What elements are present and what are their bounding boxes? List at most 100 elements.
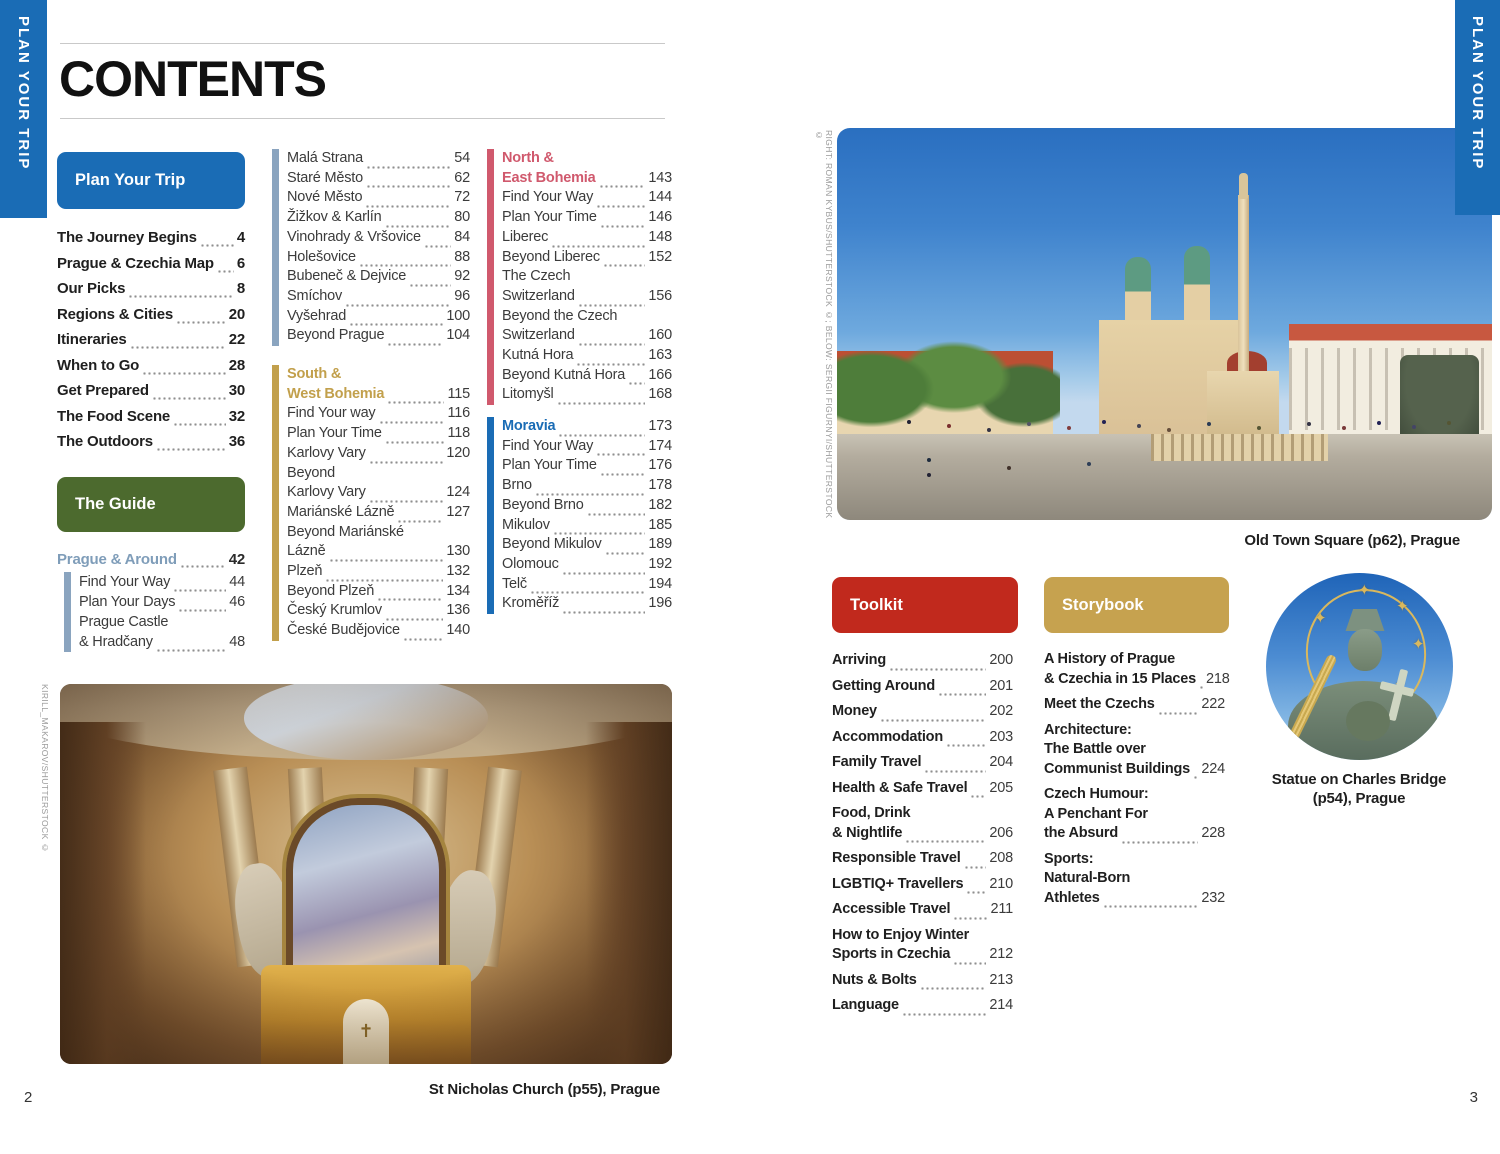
toc-page-number: 136: [446, 601, 470, 621]
toc-item-line: Sports:: [1044, 850, 1225, 870]
toc-item: Beyond the CzechSwitzerland160: [502, 307, 672, 346]
toc-item: Family Travel204: [832, 753, 1013, 773]
toc-item-label: The Journey Begins: [57, 228, 197, 247]
toc-item-row: Find Your Way44: [79, 572, 245, 592]
jan-hus-monument: [1400, 355, 1479, 441]
toc-item-label: Liberec: [502, 228, 548, 248]
toolkit-list: Arriving200Getting Around201Money202Acco…: [832, 651, 1013, 1022]
dotted-leader: [576, 356, 645, 366]
box-label: The Guide: [75, 495, 156, 514]
toc-item-label: Malá Strana: [287, 149, 363, 169]
toc-item-label: Mariánské Lázně: [287, 503, 394, 523]
toc-item: Plzeň132: [287, 562, 470, 582]
toc-page-number: 92: [454, 267, 470, 287]
dotted-leader: [953, 955, 986, 965]
toc-item-label: Plan Your Time: [502, 456, 597, 476]
toc-item: Getting Around201: [832, 677, 1013, 697]
dotted-leader: [578, 297, 646, 307]
toc-item-line: South &: [287, 365, 470, 385]
dotted-leader: [173, 582, 226, 592]
dotted-leader: [535, 486, 646, 496]
toc-item-row: Sports in Czechia212: [832, 945, 1013, 965]
toc-page-number: 116: [447, 404, 470, 424]
toc-item: Beyond Prague104: [287, 326, 470, 346]
dotted-leader: [1121, 834, 1198, 844]
south-west-bohemia-group: South &West Bohemia115Find Your way116Pl…: [272, 365, 470, 641]
dotted-leader: [366, 159, 451, 169]
toc-item: Plan Your Time146: [502, 208, 672, 228]
dotted-leader: [605, 545, 646, 555]
toc-item: Bubeneč & Dejvice 92: [287, 267, 470, 287]
toc-item-row: Telč194: [502, 575, 672, 595]
toc-item-label: Find Your Way: [502, 188, 593, 208]
toc-item-label: Health & Safe Travel: [832, 779, 967, 799]
toc-item-label: Olomouc: [502, 555, 559, 575]
toc-item-row: Nové Město72: [287, 188, 470, 208]
toc-page-number: 178: [648, 476, 672, 496]
toc-item-row: Český Krumlov136: [287, 601, 470, 621]
dotted-leader: [130, 339, 226, 349]
toc-page-number: 20: [229, 305, 245, 324]
toc-item-label: East Bohemia: [502, 169, 596, 189]
toc-item-label: Find Your Way: [502, 437, 593, 457]
toc-item-row: Vyšehrad100: [287, 307, 470, 327]
toc-page-number: 88: [454, 248, 470, 268]
toc-item-label: Moravia: [502, 417, 555, 437]
dotted-leader: [596, 446, 645, 456]
toc-item-line: A History of Prague: [1044, 650, 1225, 670]
toc-item-row: LGBTIQ+ Travellers210: [832, 875, 1013, 895]
toc-item: Find Your Way174: [502, 437, 672, 457]
dotted-leader: [365, 198, 451, 208]
dotted-leader: [1193, 769, 1198, 779]
toc-item-label: Getting Around: [832, 677, 935, 697]
balustrade: [1151, 434, 1328, 461]
dotted-leader: [200, 237, 234, 247]
toc-item: Architecture:The Battle overCommunist Bu…: [1044, 721, 1225, 780]
toc-page-number: 228: [1201, 824, 1225, 844]
plan-your-trip-tab-left: PLAN YOUR TRIP: [0, 0, 47, 218]
prague-districts-group: Malá Strana54Staré Město62Nové Město72Ži…: [272, 149, 470, 346]
toc-item-row: Plan Your Time146: [502, 208, 672, 228]
toc-item-row: The Food Scene32: [57, 407, 245, 426]
toc-page-number: 218: [1206, 670, 1230, 690]
toc-item-label: Beyond Mikulov: [502, 535, 602, 555]
toc-page-number: 152: [648, 248, 672, 268]
toc-page-number: 72: [454, 188, 470, 208]
toc-page-number: 28: [229, 356, 245, 375]
dotted-leader: [409, 277, 451, 287]
toc-item: A History of Prague& Czechia in 15 Place…: [1044, 650, 1225, 689]
dotted-leader: [377, 591, 443, 601]
toc-item-label: Arriving: [832, 651, 886, 671]
toc-page-number: 36: [229, 432, 245, 451]
toc-page-number: 144: [648, 188, 672, 208]
toc-page-number: 196: [648, 594, 672, 614]
toc-page-number: 213: [989, 971, 1013, 991]
toc-item-label: LGBTIQ+ Travellers: [832, 875, 963, 895]
toc-item: Find Your Way 144: [502, 188, 672, 208]
toc-item-label: Bubeneč & Dejvice: [287, 267, 406, 287]
toc-page-number: 211: [990, 900, 1013, 920]
toc-page-number: 44: [229, 572, 245, 592]
toc-item: Responsible Travel208: [832, 849, 1013, 869]
toc-page-number: 80: [454, 208, 470, 228]
toc-item-label: Karlovy Vary: [287, 483, 366, 503]
toc-item: The Outdoors36: [57, 432, 245, 451]
toc-item: Meet the Czechs222: [1044, 695, 1225, 715]
page-number-left: 2: [24, 1089, 32, 1106]
toc-page-number: 224: [1201, 760, 1225, 780]
dotted-leader: [600, 218, 646, 228]
toc-item-label: Lázně: [287, 542, 326, 562]
toc-item-line: Architecture:: [1044, 721, 1225, 741]
pavement: [837, 457, 1492, 520]
toc-page-number: 192: [648, 555, 672, 575]
dotted-leader: [178, 602, 226, 612]
dotted-leader: [142, 365, 226, 375]
box-label: Plan Your Trip: [75, 171, 185, 190]
toc-item-label: Money: [832, 702, 877, 722]
toc-page-number: 166: [648, 366, 672, 386]
dotted-leader: [587, 506, 646, 516]
people-dots: [837, 128, 841, 132]
toc-item: Beyond Kutná Hora166: [502, 366, 672, 386]
toc-item-row: Beyond Liberec152: [502, 248, 672, 268]
old-town-caption: Old Town Square (p62), Prague: [1160, 532, 1460, 549]
